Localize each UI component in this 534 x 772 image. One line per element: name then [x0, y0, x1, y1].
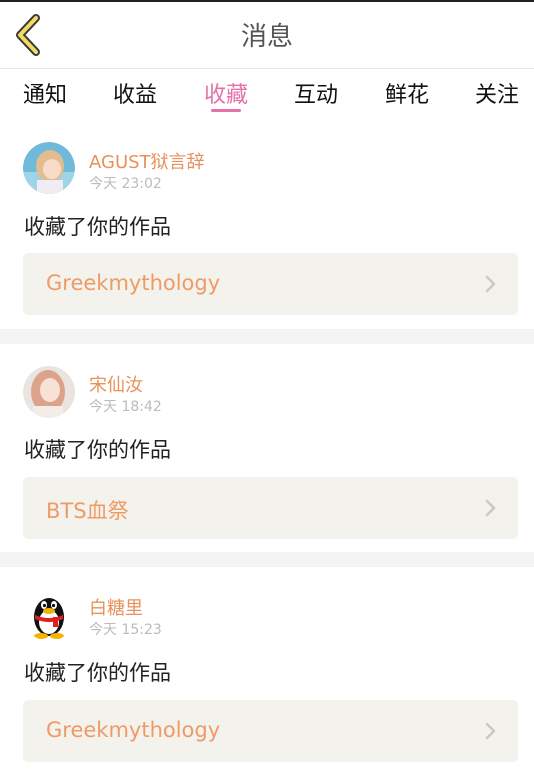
- tab-notifications[interactable]: 通知: [23, 77, 67, 109]
- message-card: 宋仙汝 今天 18:42 收藏了你的作品 BTS血祭: [0, 344, 534, 552]
- timestamp: 今天 18:42: [89, 399, 162, 415]
- username[interactable]: AGUST狱言辞: [89, 148, 205, 174]
- chevron-right-icon: [485, 722, 496, 740]
- work-title: Greekmythology: [46, 718, 221, 742]
- action-text: 收藏了你的作品: [24, 215, 171, 239]
- tab-earnings[interactable]: 收益: [113, 77, 157, 109]
- work-title: Greekmythology: [46, 271, 221, 295]
- timestamp: 今天 23:02: [89, 176, 162, 192]
- action-text: 收藏了你的作品: [24, 661, 171, 685]
- avatar[interactable]: [23, 366, 75, 418]
- action-text: 收藏了你的作品: [24, 438, 171, 462]
- tab-bar: 通知 收益 收藏 互动 鲜花 关注: [0, 68, 534, 120]
- timestamp: 今天 15:23: [89, 622, 162, 638]
- avatar[interactable]: [23, 589, 75, 641]
- chevron-right-icon: [485, 499, 496, 517]
- tab-favorites[interactable]: 收藏: [204, 77, 248, 109]
- message-card: AGUST狱言辞 今天 23:02 收藏了你的作品 Greekmythology: [0, 121, 534, 329]
- active-tab-indicator: [211, 109, 241, 112]
- avatar[interactable]: [23, 142, 75, 194]
- page-title: 消息: [240, 22, 293, 52]
- message-card: 白糖里 今天 15:23 收藏了你的作品 Greekmythology: [0, 567, 534, 772]
- qq-penguin-avatar-icon: [23, 589, 75, 641]
- divider: [0, 329, 534, 344]
- chevron-right-icon: [485, 275, 496, 293]
- username[interactable]: 白糖里: [89, 594, 143, 620]
- work-link[interactable]: Greekmythology: [23, 700, 518, 762]
- tab-flowers[interactable]: 鲜花: [385, 77, 429, 109]
- girl-photo-avatar-icon: [23, 142, 75, 194]
- girl-photo-avatar-icon: [23, 366, 75, 418]
- divider: [0, 552, 534, 567]
- tab-interactions[interactable]: 互动: [294, 77, 338, 109]
- work-link[interactable]: Greekmythology: [23, 253, 518, 315]
- work-title: BTS血祭: [46, 499, 129, 523]
- username[interactable]: 宋仙汝: [89, 371, 143, 397]
- top-bar: 消息: [0, 0, 534, 68]
- work-link[interactable]: BTS血祭: [23, 477, 518, 539]
- tab-follows[interactable]: 关注: [475, 77, 519, 109]
